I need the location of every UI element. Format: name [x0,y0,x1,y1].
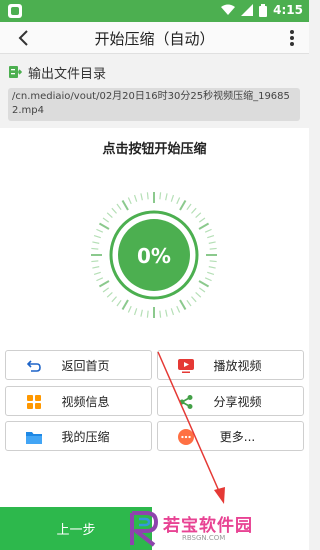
home-button[interactable]: 返回首页 [5,350,152,380]
app-screen: 4:15 开始压缩（自动） 输出文件目录 /cn.mediaio/vout/02… [0,0,309,550]
folder-icon [26,429,42,445]
progress-dial[interactable]: 0% [89,190,219,320]
output-dir-header: 输出文件目录 [8,62,106,82]
dial-tick [98,222,110,230]
share-video-button[interactable]: 分享视频 [157,386,304,416]
dial-tick [204,277,212,282]
dial-tick [198,217,206,223]
dial-tick [102,217,110,223]
play-video-button[interactable]: 播放视频 [157,350,304,380]
dial-tick [91,260,99,263]
dial-tick [165,309,168,317]
dial-tick [176,305,181,313]
dial-tick [170,194,175,202]
compress-prompt: 点击按钮开始压缩 [102,142,207,157]
dial-tick [116,299,122,307]
dial-tick [121,299,129,311]
signal-icon [241,4,254,16]
dial-tick [92,241,100,244]
overflow-menu-button[interactable] [283,26,301,50]
dial-tick [146,310,149,318]
dial-tick [198,287,206,293]
dial-tick [127,305,132,313]
dial-tick [195,292,202,298]
dial-tick [102,287,110,293]
dial-tick [207,271,215,276]
dial-tick [96,277,104,282]
dial-tick [106,292,113,298]
more-button[interactable]: 更多... [157,421,304,451]
dial-tick [186,203,192,211]
dial-tick [91,247,99,250]
dial-tick [208,266,216,269]
dial-tick [209,260,217,263]
dial-tick [93,234,101,239]
watermark-text: 若宝软件园 [163,516,253,536]
dial-tick [159,310,162,318]
dial-tick [195,212,202,218]
dial-tick [170,308,175,316]
battery-icon [259,3,268,17]
status-time: 4:15 [273,3,303,17]
grid-icon [26,394,42,410]
dial-tick [116,203,122,211]
dial-tick [159,192,162,200]
more-vertical-icon [290,30,294,46]
page-title: 开始压缩（自动） [94,30,215,48]
app-notification-icon [8,4,22,18]
output-dir-label: 输出文件目录 [28,66,107,82]
dial-tick [198,280,210,288]
dial-tick [140,309,143,317]
video-info-button[interactable]: 视频信息 [5,386,152,416]
dial-tick [209,247,217,250]
wifi-icon [221,4,236,15]
dial-tick [207,234,215,239]
dial-tick [208,241,216,244]
dial-tick [191,296,197,303]
dial-tick [96,228,104,233]
dial-tick [176,197,181,205]
dial-tick [93,271,101,276]
play-video-icon [178,358,194,374]
status-bar: 4:15 [0,0,309,22]
dial-tick [198,222,210,230]
output-path-field[interactable]: /cn.mediaio/vout/02月20日16时30分25秒视频压缩_196… [8,88,300,121]
dial-tick [179,299,187,311]
dial-tick [186,299,192,307]
more-dots-icon [178,429,194,445]
dial-tick [133,194,138,202]
dial-tick [127,197,132,205]
dial-tick [111,296,117,303]
dial-tick [204,228,212,233]
my-compress-button[interactable]: 我的压缩 [5,421,152,451]
dial-tick [179,199,187,211]
dial-tick [92,266,100,269]
dial-tick [98,280,110,288]
progress-text: 0% [137,244,171,268]
dial-tick [106,212,113,218]
dial-tick [111,207,117,214]
dial-tick [165,193,168,201]
export-file-icon [9,66,22,78]
dial-tick [140,193,143,201]
share-icon [178,394,194,410]
dial-tick [121,199,129,211]
app-bar: 开始压缩（自动） [0,22,309,54]
return-icon [26,358,42,374]
dial-tick [146,192,149,200]
dial-tick [133,308,138,316]
watermark-subtext: RBSGN.COM [182,534,226,542]
dial-tick [191,207,197,214]
